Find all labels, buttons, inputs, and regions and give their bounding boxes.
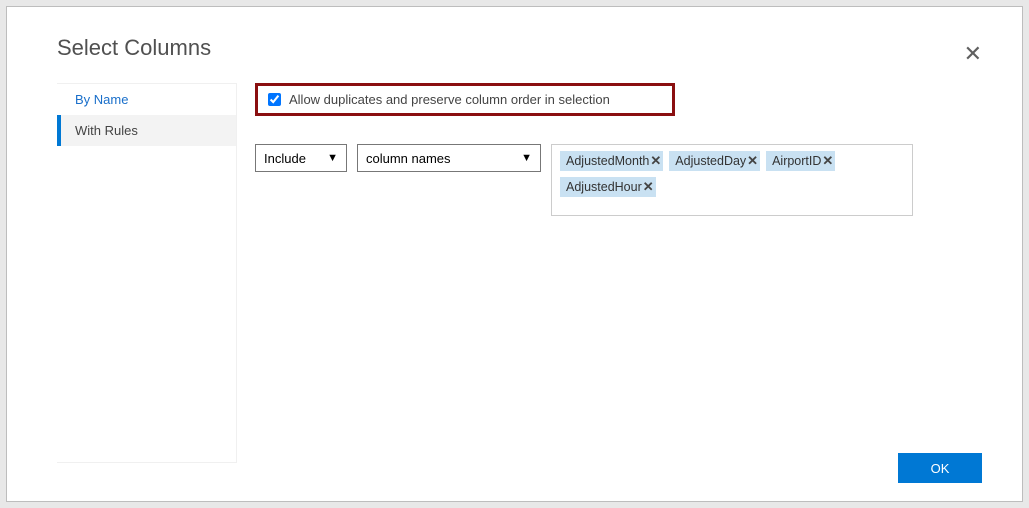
select-value: column names	[366, 151, 451, 166]
remove-chip-icon[interactable]: ✕	[643, 179, 654, 195]
chip-label: AirportID	[772, 154, 821, 168]
ok-button[interactable]: OK	[898, 453, 982, 483]
sidebar-item-by-name[interactable]: By Name	[57, 84, 236, 115]
rule-row: Include ▼ column names ▼ AdjustedMonth ✕…	[255, 144, 982, 216]
chevron-down-icon: ▼	[521, 152, 532, 164]
ok-button-label: OK	[931, 461, 950, 476]
column-by-select[interactable]: column names ▼	[357, 144, 541, 172]
sidebar-item-label: By Name	[75, 92, 128, 107]
allow-duplicates-label: Allow duplicates and preserve column ord…	[289, 92, 610, 107]
column-chip: AdjustedDay ✕	[669, 151, 760, 171]
column-chip: AdjustedHour ✕	[560, 177, 656, 197]
close-icon[interactable]: ✕	[964, 41, 982, 67]
chip-label: AdjustedDay	[675, 154, 746, 168]
column-chip: AdjustedMonth ✕	[560, 151, 663, 171]
main-panel: Allow duplicates and preserve column ord…	[255, 83, 982, 463]
chevron-down-icon: ▼	[327, 152, 338, 164]
chip-label: AdjustedMonth	[566, 154, 649, 168]
remove-chip-icon[interactable]: ✕	[747, 153, 758, 169]
dialog-title: Select Columns	[57, 35, 982, 61]
dialog-content: By Name With Rules Allow duplicates and …	[57, 83, 982, 463]
select-value: Include	[264, 151, 306, 166]
allow-duplicates-checkbox[interactable]	[268, 93, 281, 106]
column-chip: AirportID ✕	[766, 151, 835, 171]
remove-chip-icon[interactable]: ✕	[650, 153, 661, 169]
chip-label: AdjustedHour	[566, 180, 642, 194]
select-columns-dialog: Select Columns ✕ By Name With Rules Allo…	[6, 6, 1023, 502]
allow-duplicates-highlight: Allow duplicates and preserve column ord…	[255, 83, 675, 116]
include-exclude-select[interactable]: Include ▼	[255, 144, 347, 172]
sidebar-item-with-rules[interactable]: With Rules	[57, 115, 236, 146]
remove-chip-icon[interactable]: ✕	[822, 153, 833, 169]
sidebar-item-label: With Rules	[75, 123, 138, 138]
sidebar: By Name With Rules	[57, 83, 237, 463]
selected-columns-box[interactable]: AdjustedMonth ✕ AdjustedDay ✕ AirportID …	[551, 144, 913, 216]
